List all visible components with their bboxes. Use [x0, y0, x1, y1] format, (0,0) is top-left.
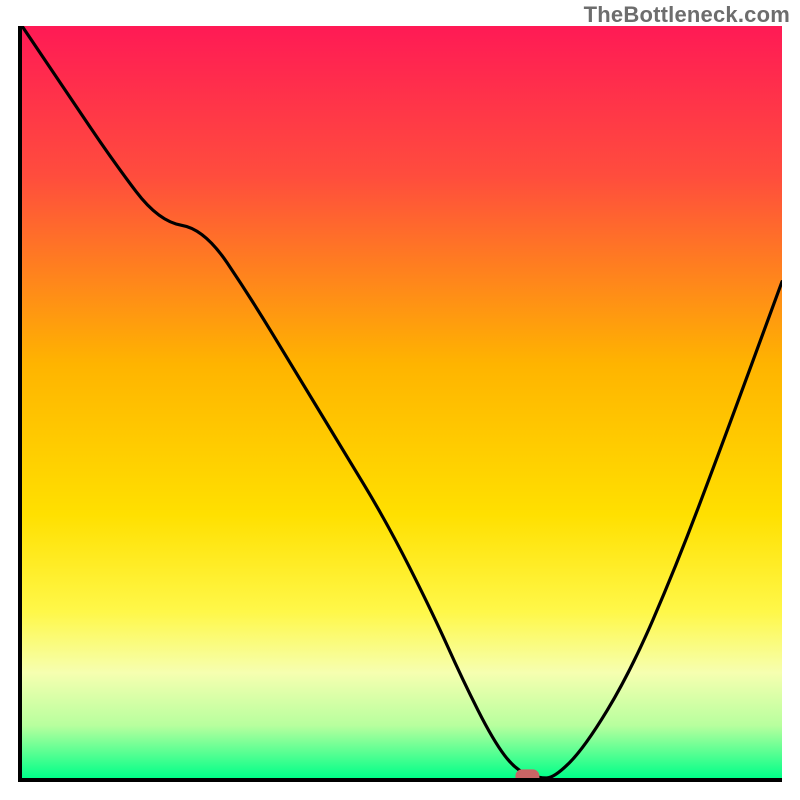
optimum-marker — [516, 770, 539, 778]
bottleneck-chart — [22, 26, 782, 778]
watermark-label: TheBottleneck.com — [584, 2, 790, 28]
gradient-rect — [22, 26, 782, 778]
plot-frame — [18, 26, 782, 782]
chart-container: TheBottleneck.com — [0, 0, 800, 800]
